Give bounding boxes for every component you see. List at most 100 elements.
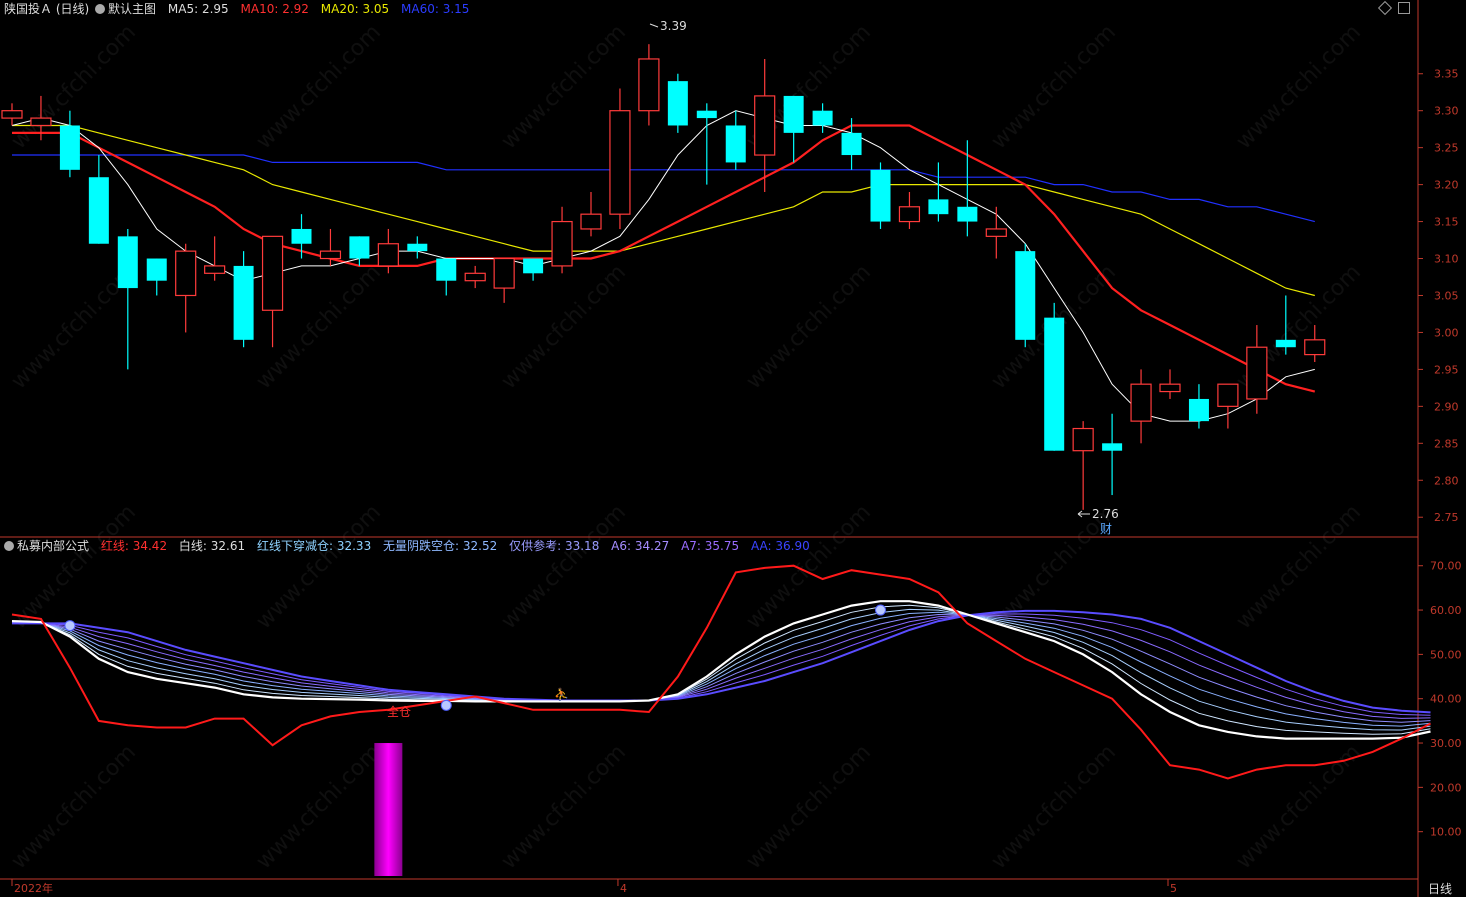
s1-legend: 红线下穿减仓: 32.33 <box>256 539 372 553</box>
indicator-lines: ⛹ <box>11 564 1431 876</box>
ribbon-line <box>11 613 1431 723</box>
candle-body <box>551 220 573 267</box>
ind-y-tick-label: 70.00 <box>1430 560 1462 573</box>
candle-body <box>1072 427 1094 452</box>
watermark-text: www.cfchi.com <box>987 740 1121 874</box>
ma10-line <box>12 124 1316 393</box>
candle-body <box>117 236 138 289</box>
period-button[interactable]: 日线 <box>1428 882 1452 896</box>
low-label: 2.76 <box>1092 507 1119 521</box>
candle-body <box>841 132 862 156</box>
indicator-y-axis: 70.00 60.00 50.00 40.00 30.00 20.00 10.00 <box>1418 560 1462 839</box>
watermark-text: www.cfchi.com <box>7 500 141 634</box>
candle-body <box>1304 339 1326 356</box>
candle-body <box>1217 383 1239 407</box>
cai-label: 财 <box>1100 522 1112 536</box>
window-button-icon[interactable] <box>1398 2 1410 14</box>
a7-legend: A7: 35.75 <box>681 539 740 553</box>
ind-y-tick-label: 50.00 <box>1430 648 1462 661</box>
candle-body <box>233 265 254 340</box>
candle-body <box>349 236 370 259</box>
high-label: 3.39 <box>660 19 687 33</box>
signal-marker-icon <box>64 620 76 632</box>
runner-icon: ⛹ <box>554 686 569 701</box>
candle-body <box>1130 383 1152 422</box>
a6-legend: A6: 34.27 <box>611 539 670 553</box>
watermark-layer: www.cfchi.com www.cfchi.com www.cfchi.com w… <box>7 20 1366 874</box>
ma5-legend: MA5: 2.95 <box>167 2 229 16</box>
s2-legend: 无量阴跌空仓: 32.52 <box>383 539 498 553</box>
candle-body <box>783 95 804 133</box>
candle-body <box>1044 317 1065 451</box>
stock-name[interactable]: 陕国投Ａ (日线) <box>4 2 89 16</box>
watermark-text: www.cfchi.com <box>497 740 631 874</box>
x-tick-label: 4 <box>620 882 627 895</box>
candle-body <box>1015 251 1036 340</box>
candle-body <box>59 125 80 170</box>
watermark-text: www.cfchi.com <box>7 740 141 874</box>
candle-body <box>609 110 631 215</box>
watermark-text: www.cfchi.com <box>252 740 386 874</box>
candle-body <box>175 250 197 297</box>
main-y-tick-label: 3.15 <box>1434 216 1459 229</box>
chevron-down-icon <box>4 541 14 551</box>
watermark-text: www.cfchi.com <box>497 500 631 634</box>
candle-body <box>88 177 109 244</box>
candle-body <box>638 58 660 112</box>
watermark-text: www.cfchi.com <box>742 260 876 394</box>
magenta-bar <box>374 743 403 876</box>
watermark-text: www.cfchi.com <box>497 260 631 394</box>
candle-body <box>493 257 515 289</box>
ind-y-tick-label: 20.00 <box>1430 781 1462 794</box>
candle-body <box>1246 346 1268 400</box>
x-tick-label: 5 <box>1170 882 1177 895</box>
candle-body <box>812 110 833 126</box>
white-legend: 白线: 32.61 <box>178 539 246 553</box>
candle-body <box>696 110 717 119</box>
ind-y-tick-label: 60.00 <box>1430 604 1462 617</box>
signal-marker-icon <box>875 604 886 616</box>
candle-body <box>30 117 52 127</box>
template-selector[interactable]: 默认主图 <box>95 2 156 16</box>
candle-body <box>928 199 949 215</box>
candle-body <box>319 250 342 260</box>
candle-body <box>1188 398 1209 422</box>
candle-body <box>146 258 167 281</box>
ma20-legend: MA20: 3.05 <box>320 2 390 16</box>
ma60-line <box>12 154 1315 223</box>
ma60-legend: MA60: 3.15 <box>401 2 470 16</box>
quancang-label: 全仓 <box>387 704 411 719</box>
x-tick-label: 2022年 <box>14 881 53 895</box>
candle-body <box>1 110 23 119</box>
watermark-text: www.cfchi.com <box>252 20 386 154</box>
high-arrow-icon <box>649 23 659 28</box>
ma10-legend: MA10: 2.92 <box>240 2 309 16</box>
red-legend: 红线: 34.42 <box>100 539 168 553</box>
candle-body <box>754 95 776 156</box>
candle-body <box>407 243 428 252</box>
indicator-name[interactable]: 私募内部公式 <box>4 539 89 553</box>
main-y-tick-label: 2.90 <box>1434 400 1459 413</box>
s3-legend: 仅供参考: 33.18 <box>509 539 600 553</box>
candle-body <box>523 258 544 274</box>
candlesticks <box>1 23 1326 518</box>
main-y-tick-label: 3.30 <box>1434 105 1459 118</box>
candle-body <box>725 125 746 163</box>
candle-body <box>1275 339 1296 348</box>
indicator-legend: 私募内部公式 红线: 34.42 白线: 32.61 红线下穿减仓: 32.33… <box>4 537 818 555</box>
candle-body <box>957 206 978 222</box>
candle-body <box>1159 383 1181 393</box>
candle-body <box>1102 443 1123 451</box>
candle-body <box>870 169 891 222</box>
main-y-tick-label: 2.95 <box>1434 363 1459 376</box>
ind-y-tick-label: 10.00 <box>1430 826 1462 839</box>
watermark-text: www.cfchi.com <box>1232 20 1366 154</box>
main-y-axis: 3.35 3.30 3.25 3.20 3.15 3.10 3.05 3.00 2.95 2.90… <box>1418 68 1459 524</box>
main-y-tick-label: 3.10 <box>1434 253 1459 266</box>
main-y-tick-label: 2.80 <box>1434 474 1459 487</box>
main-y-tick-label: 3.25 <box>1434 142 1459 155</box>
ind-y-tick-label: 30.00 <box>1430 737 1462 750</box>
candle-body <box>580 213 602 230</box>
chevron-down-icon <box>95 4 106 14</box>
ind-y-tick-label: 40.00 <box>1430 693 1462 706</box>
